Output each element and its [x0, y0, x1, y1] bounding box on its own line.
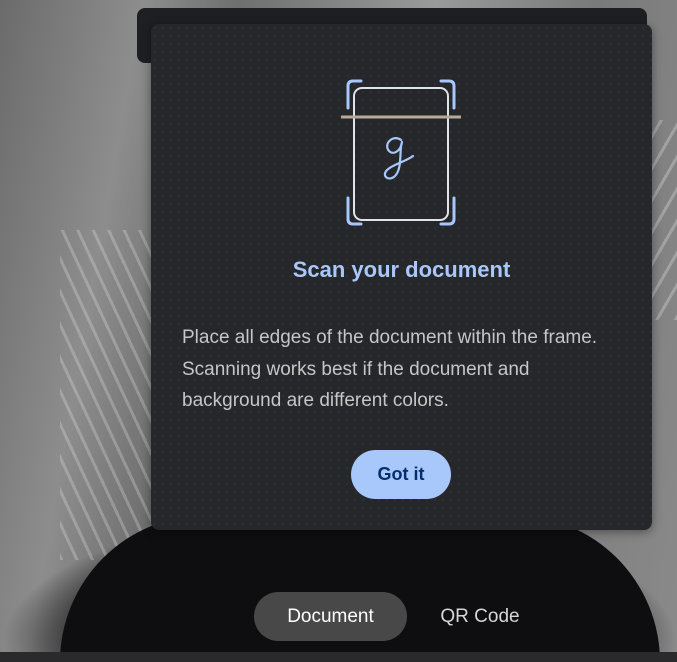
viewfinder-background-detail [60, 230, 160, 560]
mode-qr-code-tab[interactable]: QR Code [420, 592, 540, 641]
mode-document-tab[interactable]: Document [254, 592, 407, 641]
scan-mode-switch: Document QR Code [0, 592, 677, 642]
bottom-edge [0, 652, 677, 662]
got-it-button[interactable]: Got it [351, 450, 451, 499]
scan-tips-dialog: Scan your document Place all edges of th… [151, 24, 652, 530]
document-scan-icon [341, 79, 461, 226]
dialog-title: Scan your document [292, 257, 511, 282]
dialog-body-text: Place all edges of the document within t… [182, 327, 598, 411]
